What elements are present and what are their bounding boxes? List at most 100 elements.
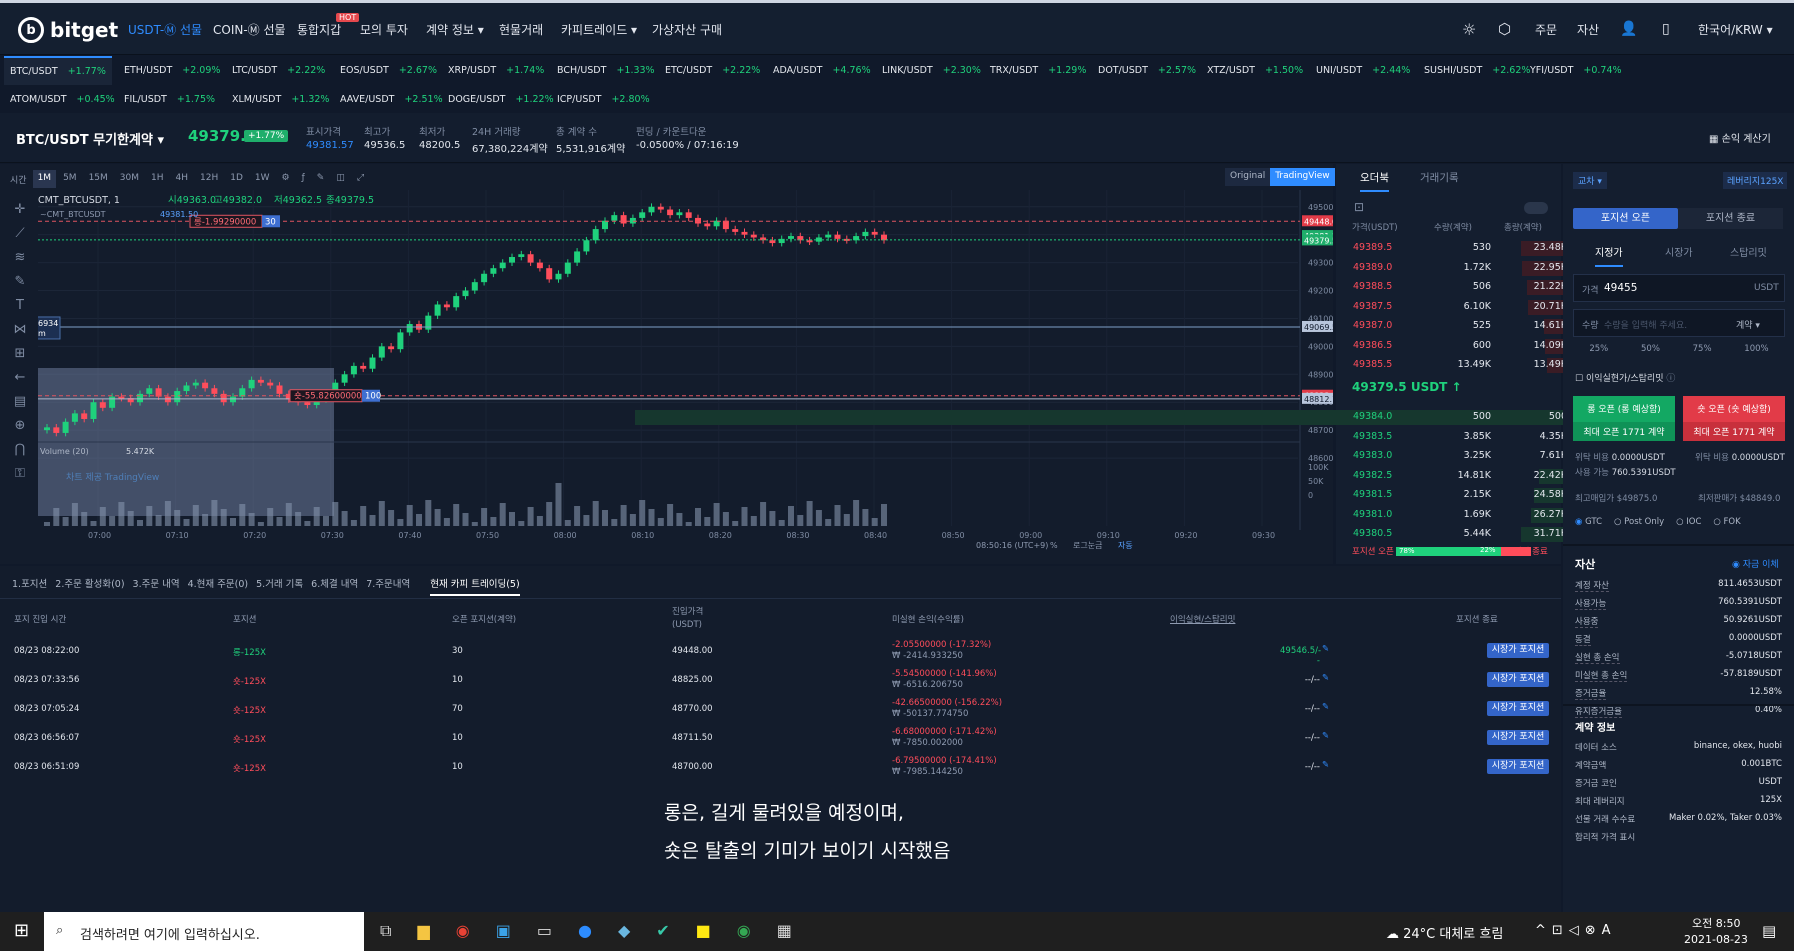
system-tray-icons[interactable]: ^⊡◁⊗A [1535, 923, 1617, 938]
notification-icon[interactable]: ▤ [1762, 922, 1776, 940]
pct-100[interactable]: 100% [1744, 344, 1768, 358]
position-tab[interactable]: 3.주문 내역 [133, 574, 180, 596]
measure-icon[interactable]: ⊞ [15, 346, 26, 361]
ticker-doge-usdt[interactable]: DOGE/USDT +1.22% [442, 85, 560, 114]
market-close-button[interactable]: 시장가 포지션 [1487, 643, 1549, 658]
theme-sun-icon[interactable]: ☼ [1462, 3, 1476, 55]
zoom-icon[interactable]: ⊕ [15, 418, 26, 433]
ticker-etc-usdt[interactable]: ETC/USDT +2.22% [659, 56, 766, 85]
interval-1d[interactable]: 1D [225, 170, 248, 188]
position-tab[interactable]: 현재 카피 트레이딩(5) [430, 574, 520, 596]
back-arrow-icon[interactable]: ← [15, 370, 26, 385]
open-short-button[interactable]: 숏 오픈 (숏 예상함) 최대 오픈 1771 계약 [1683, 396, 1785, 441]
pair-selector[interactable]: BTC/USDT 무기한계약 ▾ [16, 129, 164, 148]
nav-copy-trade[interactable]: 카피트레이드 ▾ [561, 3, 637, 55]
edit-icon[interactable]: ✎ [1322, 702, 1329, 712]
interval-4h[interactable]: 4H [171, 170, 194, 188]
windows-start-icon[interactable]: ⊞ [14, 920, 29, 941]
ticker-fil-usdt[interactable]: FIL/USDT +1.75% [118, 85, 221, 114]
leverage-select[interactable]: 레버리지125X [1723, 172, 1788, 189]
nav-coin-futures[interactable]: COIN-Ⓜ 선물 [213, 3, 286, 55]
nav-spot[interactable]: 현물거래 [499, 3, 543, 55]
fib-icon[interactable]: ≋ [15, 250, 26, 265]
position-tab[interactable]: 4.현재 주문(0) [188, 574, 249, 596]
price-input[interactable]: 가격 49455 USDT [1573, 274, 1785, 302]
tab-limit[interactable]: 지정가 [1595, 244, 1623, 267]
mobile-icon[interactable]: ▯ [1662, 3, 1670, 55]
trendline-icon[interactable]: ⟋ [15, 226, 24, 241]
ask-row[interactable]: 49386.5 600 14.09K [1353, 337, 1581, 356]
ticker-yfi-usdt[interactable]: YFI/USDT +0.74% [1524, 56, 1628, 85]
weather-widget[interactable]: ☁ 24°C 대체로 흐림 [1386, 923, 1503, 942]
pnl-calculator-button[interactable]: ▦ 손익 계산기 [1709, 130, 1771, 145]
price-chart[interactable]: 49500.049400.049300.049200.049100.049000… [38, 190, 1333, 564]
position-row[interactable]: 08/23 08:22:00 롱-125X 30 49448.00 -2.0550000… [0, 638, 1561, 667]
post-only-radio[interactable]: ○ Post Only [1614, 517, 1664, 527]
bid-row[interactable]: 49382.5 14.81K 22.42K [1353, 467, 1581, 486]
tab-close-position[interactable]: 포지션 종료 [1678, 208, 1783, 229]
ticker-dot-usdt[interactable]: DOT/USDT +2.57% [1092, 56, 1202, 85]
user-icon[interactable]: 👤 [1620, 3, 1637, 55]
fok-radio[interactable]: ○ FOK [1713, 517, 1740, 527]
market-close-button[interactable]: 시장가 포지션 [1487, 701, 1549, 716]
tab-open-position[interactable]: 포지션 오픈 [1573, 208, 1678, 229]
language-selector[interactable]: 한국어/KRW ▾ [1698, 3, 1773, 55]
margin-mode-select[interactable]: 교차 ▾ [1573, 172, 1607, 189]
edit-icon[interactable]: ✎ [1322, 673, 1329, 683]
app2-icon[interactable]: ✔ [656, 921, 669, 941]
draw-icon[interactable]: ✎ [312, 170, 330, 188]
indicator-icon[interactable]: ƒ [297, 170, 310, 188]
nav-contract-info[interactable]: 계약 정보 ▾ [426, 3, 484, 55]
ticker-uni-usdt[interactable]: UNI/USDT +2.44% [1310, 56, 1416, 85]
zoom-icon[interactable]: ● [578, 921, 592, 941]
edit-icon[interactable]: ✎ [1322, 644, 1329, 654]
tab-stop-limit[interactable]: 스탑리밋 [1730, 244, 1767, 259]
ticker-xlm-usdt[interactable]: XLM/USDT +1.32% [226, 85, 335, 114]
ask-row[interactable]: 49387.5 6.10K 20.71K [1353, 298, 1581, 317]
market-close-button[interactable]: 시장가 포지션 [1487, 672, 1549, 687]
app-icon[interactable]: ▣ [496, 921, 511, 941]
settings-hex-icon[interactable]: ⬡ [1498, 3, 1511, 55]
camera-icon[interactable]: ◫ [331, 170, 350, 188]
bid-row[interactable]: 49381.5 2.15K 24.58K [1353, 486, 1581, 505]
bid-row[interactable]: 49384.0 500 500 [635, 408, 1581, 427]
pct-25[interactable]: 25% [1589, 344, 1608, 358]
notes-icon[interactable]: ◆ [618, 921, 630, 941]
position-tab[interactable]: 7.주문내역 [366, 574, 410, 596]
transfer-button[interactable]: ◉ 자금 이체 [1732, 557, 1779, 570]
nav-buy-crypto[interactable]: 가상자산 구매 [652, 3, 722, 55]
position-row[interactable]: 08/23 07:05:24 숏-125X 70 48770.00 -42.665000… [0, 696, 1561, 725]
ticker-bch-usdt[interactable]: BCH/USDT +1.33% [551, 56, 661, 85]
position-tab[interactable]: 6.체결 내역 [311, 574, 358, 596]
position-row[interactable]: 08/23 06:51:09 숏-125X 10 48700.00 -6.7950000… [0, 754, 1561, 783]
market-close-button[interactable]: 시장가 포지션 [1487, 730, 1549, 745]
quantity-unit-select[interactable]: 계약 ▾ [1736, 318, 1760, 331]
nav-unified-wallet[interactable]: 통합지갑 [297, 3, 341, 55]
position-row[interactable]: 08/23 07:33:56 숏-125X 10 48825.00 -5.5450000… [0, 667, 1561, 696]
pct-75[interactable]: 75% [1693, 344, 1712, 358]
gtc-radio[interactable]: ◉ GTC [1575, 517, 1602, 527]
lock-icon[interactable]: ⚿ [15, 466, 25, 481]
ticker-btc-usdt[interactable]: BTC/USDT +1.77% [4, 56, 112, 85]
ioc-radio[interactable]: ○ IOC [1676, 517, 1701, 527]
ticker-xrp-usdt[interactable]: XRP/USDT +1.74% [442, 56, 550, 85]
tp-sl-value[interactable]: 49546.5/-- [1280, 646, 1321, 666]
brush-icon[interactable]: ✎ [15, 274, 26, 289]
market-close-button[interactable]: 시장가 포지션 [1487, 759, 1549, 774]
position-row[interactable]: 08/23 06:56:07 숏-125X 10 48711.50 -6.6800000… [0, 725, 1561, 754]
bid-row[interactable]: 49380.5 5.44K 31.71K [1353, 525, 1581, 544]
ticker-icp-usdt[interactable]: ICP/USDT +2.80% [551, 85, 656, 114]
ticker-eos-usdt[interactable]: EOS/USDT +2.67% [334, 56, 443, 85]
tp-sl-value[interactable]: --/-- [1280, 704, 1320, 714]
text-icon[interactable]: T [16, 298, 24, 313]
folder-icon[interactable]: ▆ [417, 921, 429, 941]
ticker-trx-usdt[interactable]: TRX/USDT +1.29% [984, 56, 1092, 85]
tradingview-button[interactable]: TradingView [1270, 168, 1335, 186]
nav-order[interactable]: 주문 [1535, 3, 1557, 55]
interval-5m[interactable]: 5M [58, 170, 82, 188]
chrome2-icon[interactable]: ◉ [737, 921, 751, 941]
terminal-icon[interactable]: ▭ [537, 921, 552, 941]
ticker-ltc-usdt[interactable]: LTC/USDT +2.22% [226, 56, 331, 85]
interval-1w[interactable]: 1W [250, 170, 275, 188]
tp-sl-value[interactable]: --/-- [1280, 733, 1320, 743]
